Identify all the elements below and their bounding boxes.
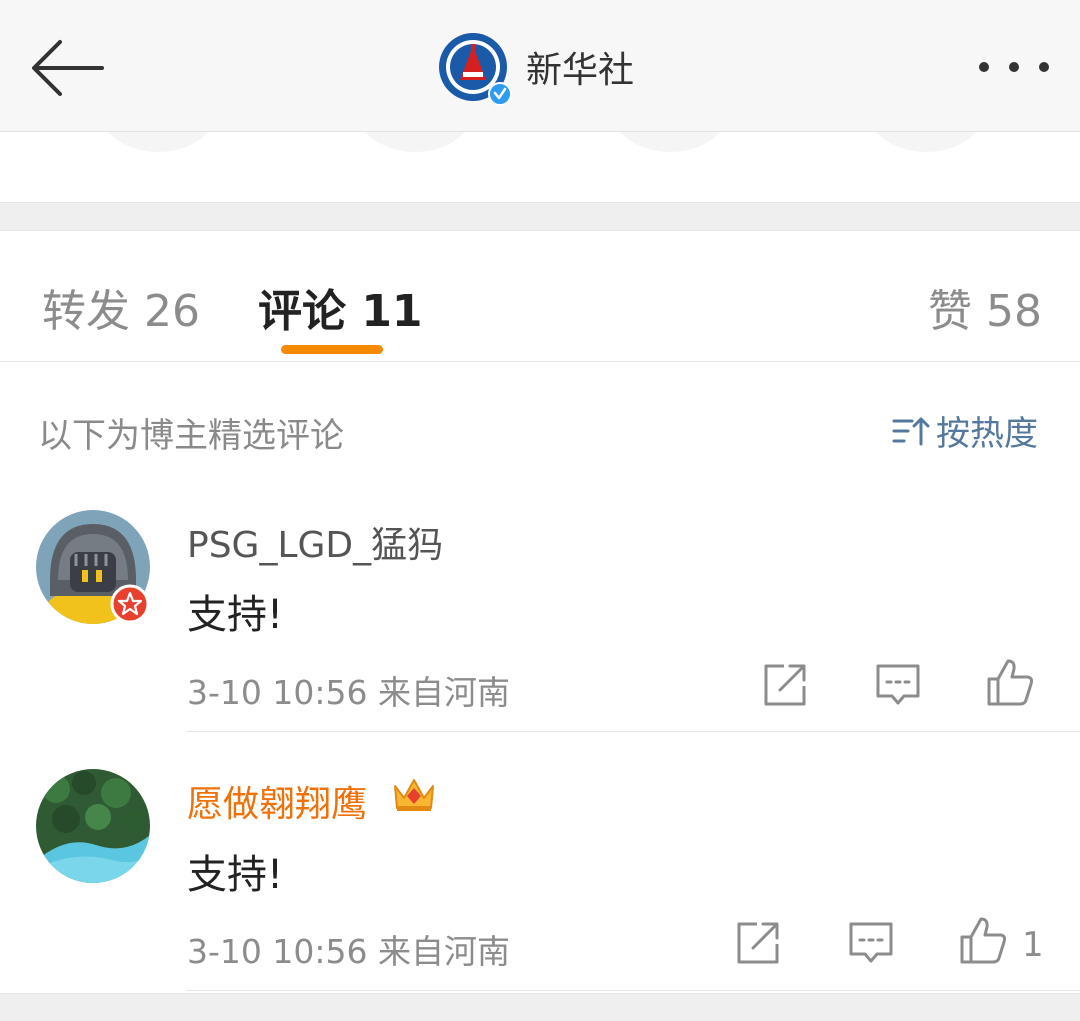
- back-button[interactable]: [28, 36, 108, 100]
- share-icon: [737, 922, 779, 964]
- thumbs-up-icon: [960, 917, 1007, 964]
- action-bubble: [610, 132, 730, 152]
- comment-divider: [186, 990, 1080, 991]
- reply-bubble-icon: [876, 664, 920, 705]
- account-title: 新华社: [526, 50, 635, 91]
- tab-bar: 转发 26 评论 11 赞 58: [0, 231, 1080, 362]
- sort-icon: [892, 417, 930, 445]
- star-badge-icon: [110, 584, 150, 624]
- action-bubble: [355, 132, 475, 152]
- post-actions-peek: [0, 132, 1080, 202]
- top-nav-bar: 新华社: [0, 0, 1080, 132]
- comment-meta: 3-10 10:56 来自河南: [187, 673, 510, 712]
- more-button[interactable]: [974, 54, 1054, 80]
- tab-likes[interactable]: 赞 58: [928, 275, 1042, 339]
- section-separator: [0, 993, 1080, 1021]
- tab-comments[interactable]: 评论 11: [258, 275, 423, 339]
- like-comment-button[interactable]: [958, 915, 1008, 965]
- thumbs-up-icon: [987, 659, 1034, 706]
- active-tab-indicator: [281, 345, 383, 354]
- action-bubble: [866, 132, 986, 152]
- action-bubble: [98, 132, 218, 152]
- reply-comment-button[interactable]: [873, 660, 923, 710]
- section-separator: [0, 202, 1080, 231]
- reply-bubble-icon: [849, 922, 893, 963]
- sort-by-hot-button[interactable]: 按热度: [892, 406, 1038, 455]
- crown-vip-icon: [394, 779, 434, 811]
- like-count: 1: [1022, 925, 1044, 965]
- comment-meta: 3-10 10:56 来自河南: [187, 932, 510, 971]
- repost-comment-button[interactable]: [760, 660, 810, 710]
- xinhua-logo-icon[interactable]: [438, 32, 512, 106]
- comment-username-vip[interactable]: 愿做翱翔鹰: [187, 775, 367, 827]
- back-arrow-icon: [32, 40, 104, 96]
- like-comment-button[interactable]: [985, 657, 1035, 707]
- featured-comments-label: 以下为博主精选评论: [38, 416, 344, 456]
- comment-text: 支持!: [187, 852, 284, 898]
- account-header[interactable]: 新华社: [438, 30, 635, 106]
- comment-username[interactable]: PSG_LGD_猛犸: [187, 516, 443, 568]
- forest-lake-avatar[interactable]: [36, 769, 150, 883]
- verified-badge-icon: [488, 82, 512, 106]
- share-icon: [764, 664, 806, 706]
- more-dots-icon: [979, 62, 1049, 72]
- tab-reposts[interactable]: 转发 26: [42, 275, 200, 339]
- comment-divider: [186, 731, 1080, 732]
- sort-label: 按热度: [936, 414, 1038, 454]
- comment-text: 支持!: [187, 592, 284, 638]
- repost-comment-button[interactable]: [733, 918, 783, 968]
- reply-comment-button[interactable]: [846, 918, 896, 968]
